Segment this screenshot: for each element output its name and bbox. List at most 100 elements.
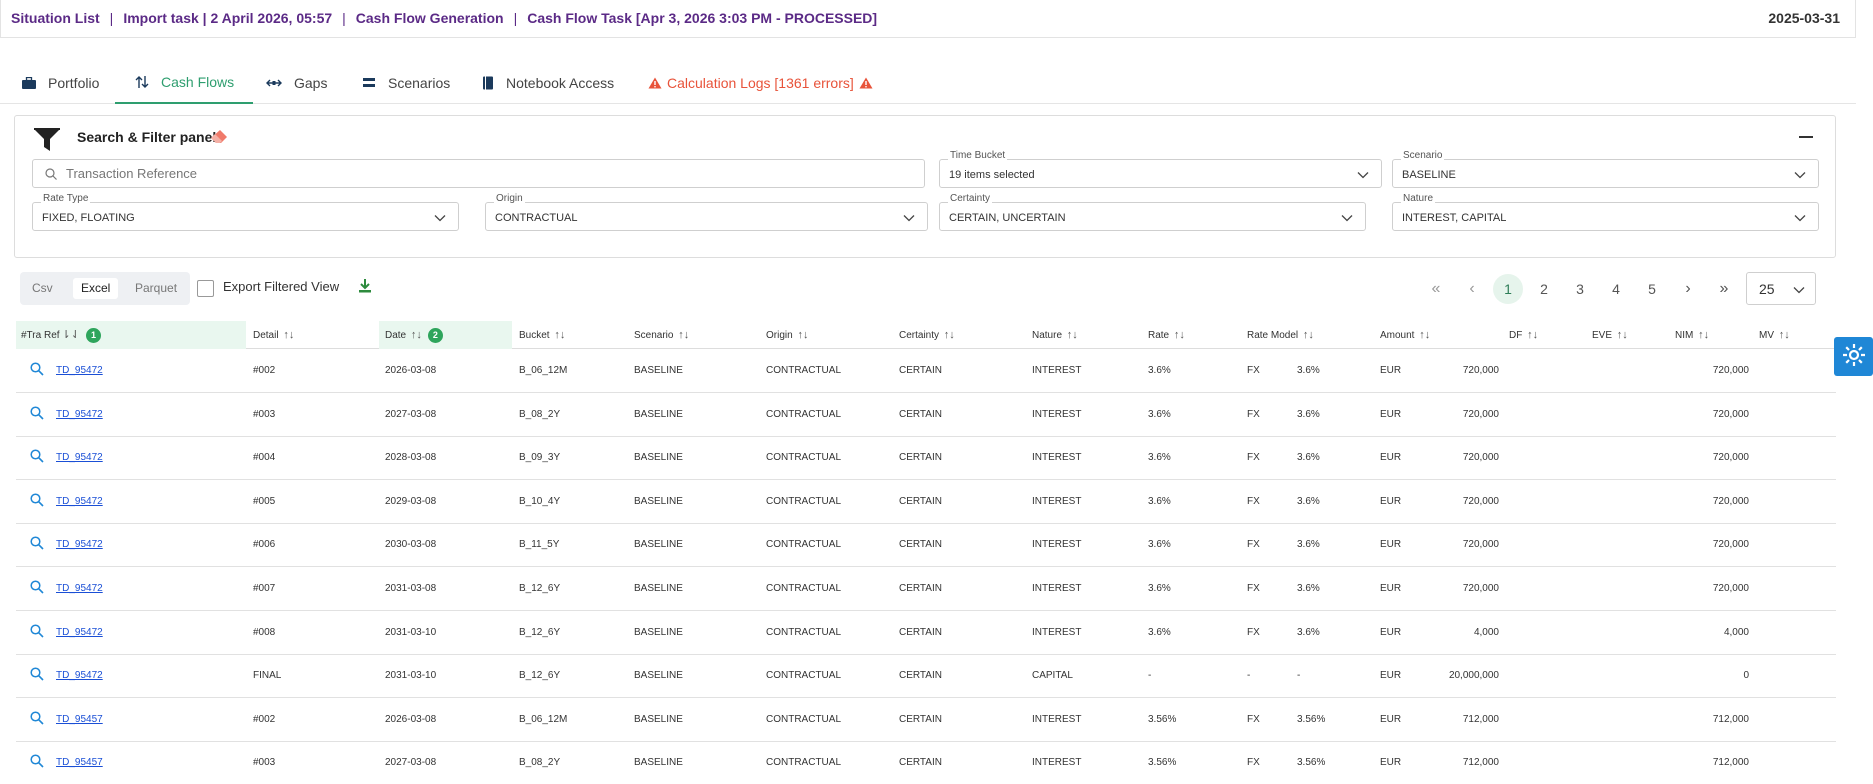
rate-model-rate-cell: 3.6% bbox=[1297, 583, 1320, 594]
breadcrumb-separator: | bbox=[513, 10, 518, 26]
collapse-panel-button[interactable] bbox=[1799, 136, 1813, 138]
page-button-5[interactable]: 5 bbox=[1637, 274, 1667, 304]
column-header-rate[interactable]: Rate ↑↓ bbox=[1148, 321, 1185, 349]
page-button-1[interactable]: 1 bbox=[1493, 274, 1523, 304]
sort-icon: ↑↓ bbox=[1527, 329, 1539, 341]
tab-notebook-access[interactable]: Notebook Access bbox=[482, 62, 614, 104]
transaction-ref-link[interactable]: TD_95472 bbox=[56, 365, 103, 376]
rate-cell: 3.6% bbox=[1148, 583, 1171, 594]
transaction-reference-search[interactable]: Transaction Reference bbox=[32, 159, 925, 188]
sort-icon: ↑↓ bbox=[1778, 329, 1790, 341]
tab-label: Portfolio bbox=[48, 75, 100, 91]
column-header-eve[interactable]: EVE ↑↓ bbox=[1592, 321, 1628, 349]
breadcrumb-cash-flow-generation[interactable]: Cash Flow Generation bbox=[356, 10, 504, 26]
column-header-nature[interactable]: Nature ↑↓ bbox=[1032, 321, 1078, 349]
download-icon[interactable] bbox=[357, 278, 373, 297]
rate-model-type-cell: FX bbox=[1247, 714, 1260, 725]
column-header-ref[interactable]: #Tra Ref ⇂⇃ 1 bbox=[16, 321, 246, 349]
rate-cell: 3.56% bbox=[1148, 714, 1177, 725]
time-bucket-select[interactable]: Time Bucket 19 items selected bbox=[939, 150, 1382, 188]
transaction-ref-link[interactable]: TD_95472 bbox=[56, 583, 103, 594]
page-button-3[interactable]: 3 bbox=[1565, 274, 1595, 304]
filter-panel-title: Search & Filter panel bbox=[77, 129, 217, 145]
view-details-icon[interactable] bbox=[30, 362, 44, 379]
column-header-df[interactable]: DF ↑↓ bbox=[1509, 321, 1538, 349]
column-header-mv[interactable]: MV ↑↓ bbox=[1759, 321, 1790, 349]
clear-filters-icon[interactable] bbox=[210, 129, 228, 148]
detail-cell: #002 bbox=[253, 365, 276, 376]
view-details-icon[interactable] bbox=[30, 754, 44, 771]
tab-calculation-logs[interactable]: Calculation Logs [1361 errors] bbox=[648, 62, 873, 104]
transaction-ref-link[interactable]: TD_95472 bbox=[56, 496, 103, 507]
header-label: Bucket bbox=[519, 330, 550, 341]
view-details-icon[interactable] bbox=[30, 493, 44, 510]
field-label: Origin bbox=[494, 193, 525, 204]
certainty-select[interactable]: Certainty CERTAIN, UNCERTAIN bbox=[939, 193, 1366, 231]
tab-label: Calculation Logs [1361 errors] bbox=[667, 75, 854, 91]
amount-cell: 4,000 bbox=[1473, 627, 1499, 638]
tab-cash-flows[interactable]: Cash Flows bbox=[115, 62, 254, 104]
view-details-icon[interactable] bbox=[30, 624, 44, 641]
column-header-certainty[interactable]: Certainty ↑↓ bbox=[899, 321, 955, 349]
gear-icon bbox=[1841, 342, 1867, 371]
view-details-icon[interactable] bbox=[30, 580, 44, 597]
breadcrumb-import-task[interactable]: Import task | 2 April 2026, 05:57 bbox=[123, 10, 332, 26]
date-cell: 2030-03-08 bbox=[385, 539, 437, 550]
prev-page-button[interactable]: ‹ bbox=[1457, 274, 1487, 304]
breadcrumb-cash-flow-task[interactable]: Cash Flow Task [Apr 3, 2026 3:03 PM - PR… bbox=[527, 10, 877, 26]
column-header-detail[interactable]: Detail ↑↓ bbox=[253, 321, 294, 349]
scenario-select[interactable]: Scenario BASELINE bbox=[1392, 150, 1819, 188]
next-page-button[interactable]: › bbox=[1673, 274, 1703, 304]
briefcase-icon bbox=[22, 77, 36, 89]
export-filtered-checkbox[interactable] bbox=[197, 280, 214, 297]
page-button-2[interactable]: 2 bbox=[1529, 274, 1559, 304]
view-details-icon[interactable] bbox=[30, 667, 44, 684]
transaction-ref-link[interactable]: TD_95457 bbox=[56, 714, 103, 725]
view-details-icon[interactable] bbox=[30, 711, 44, 728]
search-placeholder: Transaction Reference bbox=[66, 166, 198, 181]
breadcrumb-situation-list[interactable]: Situation List bbox=[11, 10, 100, 26]
column-header-origin[interactable]: Origin ↑↓ bbox=[766, 321, 808, 349]
view-details-icon[interactable] bbox=[30, 406, 44, 423]
scenario-cell: BASELINE bbox=[634, 452, 683, 463]
column-header-date[interactable]: Date ↑↓ 2 bbox=[379, 321, 512, 349]
column-header-nim[interactable]: NIM ↑↓ bbox=[1675, 321, 1709, 349]
table-row: TD_95472 #004 2028-03-08 B_09_3Y BASELINE CON… bbox=[16, 436, 1836, 480]
bucket-cell: B_09_3Y bbox=[519, 452, 561, 463]
first-page-button[interactable]: « bbox=[1421, 274, 1451, 304]
transaction-ref-link[interactable]: TD_95472 bbox=[56, 409, 103, 420]
tab-gaps[interactable]: Gaps bbox=[266, 62, 327, 104]
certainty-cell: CERTAIN bbox=[899, 627, 942, 638]
view-details-icon[interactable] bbox=[30, 449, 44, 466]
column-header-amount[interactable]: Amount ↑↓ bbox=[1380, 321, 1430, 349]
column-header-bucket[interactable]: Bucket ↑↓ bbox=[519, 321, 565, 349]
field-value: 19 items selected bbox=[949, 169, 1035, 181]
rate-type-select[interactable]: Rate Type FIXED, FLOATING bbox=[32, 193, 459, 231]
view-details-icon[interactable] bbox=[30, 536, 44, 553]
header-label: Certainty bbox=[899, 330, 940, 341]
format-excel-button[interactable]: Excel bbox=[73, 278, 119, 299]
field-label: Scenario bbox=[1401, 150, 1445, 161]
tab-label: Scenarios bbox=[388, 75, 451, 91]
rate-model-type-cell: FX bbox=[1247, 365, 1260, 376]
search-filter-panel: Search & Filter panel Transaction Refere… bbox=[14, 115, 1836, 258]
page-button-4[interactable]: 4 bbox=[1601, 274, 1631, 304]
page-size-select[interactable]: 25 bbox=[1746, 272, 1816, 305]
transaction-ref-link[interactable]: TD_95472 bbox=[56, 670, 103, 681]
origin-select[interactable]: Origin CONTRACTUAL bbox=[485, 193, 928, 231]
tab-portfolio[interactable]: Portfolio bbox=[22, 62, 99, 104]
column-header-scenario[interactable]: Scenario ↑↓ bbox=[634, 321, 689, 349]
format-csv-button[interactable]: Csv bbox=[24, 278, 61, 299]
export-format-group: Csv Excel Parquet bbox=[20, 272, 190, 305]
transaction-ref-link[interactable]: TD_95472 bbox=[56, 539, 103, 550]
transaction-ref-link[interactable]: TD_95472 bbox=[56, 627, 103, 638]
nature-select[interactable]: Nature INTEREST, CAPITAL bbox=[1392, 193, 1819, 231]
tab-scenarios[interactable]: Scenarios bbox=[362, 62, 450, 104]
transaction-ref-link[interactable]: TD_95457 bbox=[56, 757, 103, 768]
transaction-ref-link[interactable]: TD_95472 bbox=[56, 452, 103, 463]
format-parquet-button[interactable]: Parquet bbox=[127, 278, 185, 299]
rate-model-type-cell: FX bbox=[1247, 409, 1260, 420]
column-header-rate-model[interactable]: Rate Model ↑↓ bbox=[1247, 321, 1314, 349]
settings-button[interactable] bbox=[1834, 337, 1873, 376]
last-page-button[interactable]: » bbox=[1709, 274, 1739, 304]
